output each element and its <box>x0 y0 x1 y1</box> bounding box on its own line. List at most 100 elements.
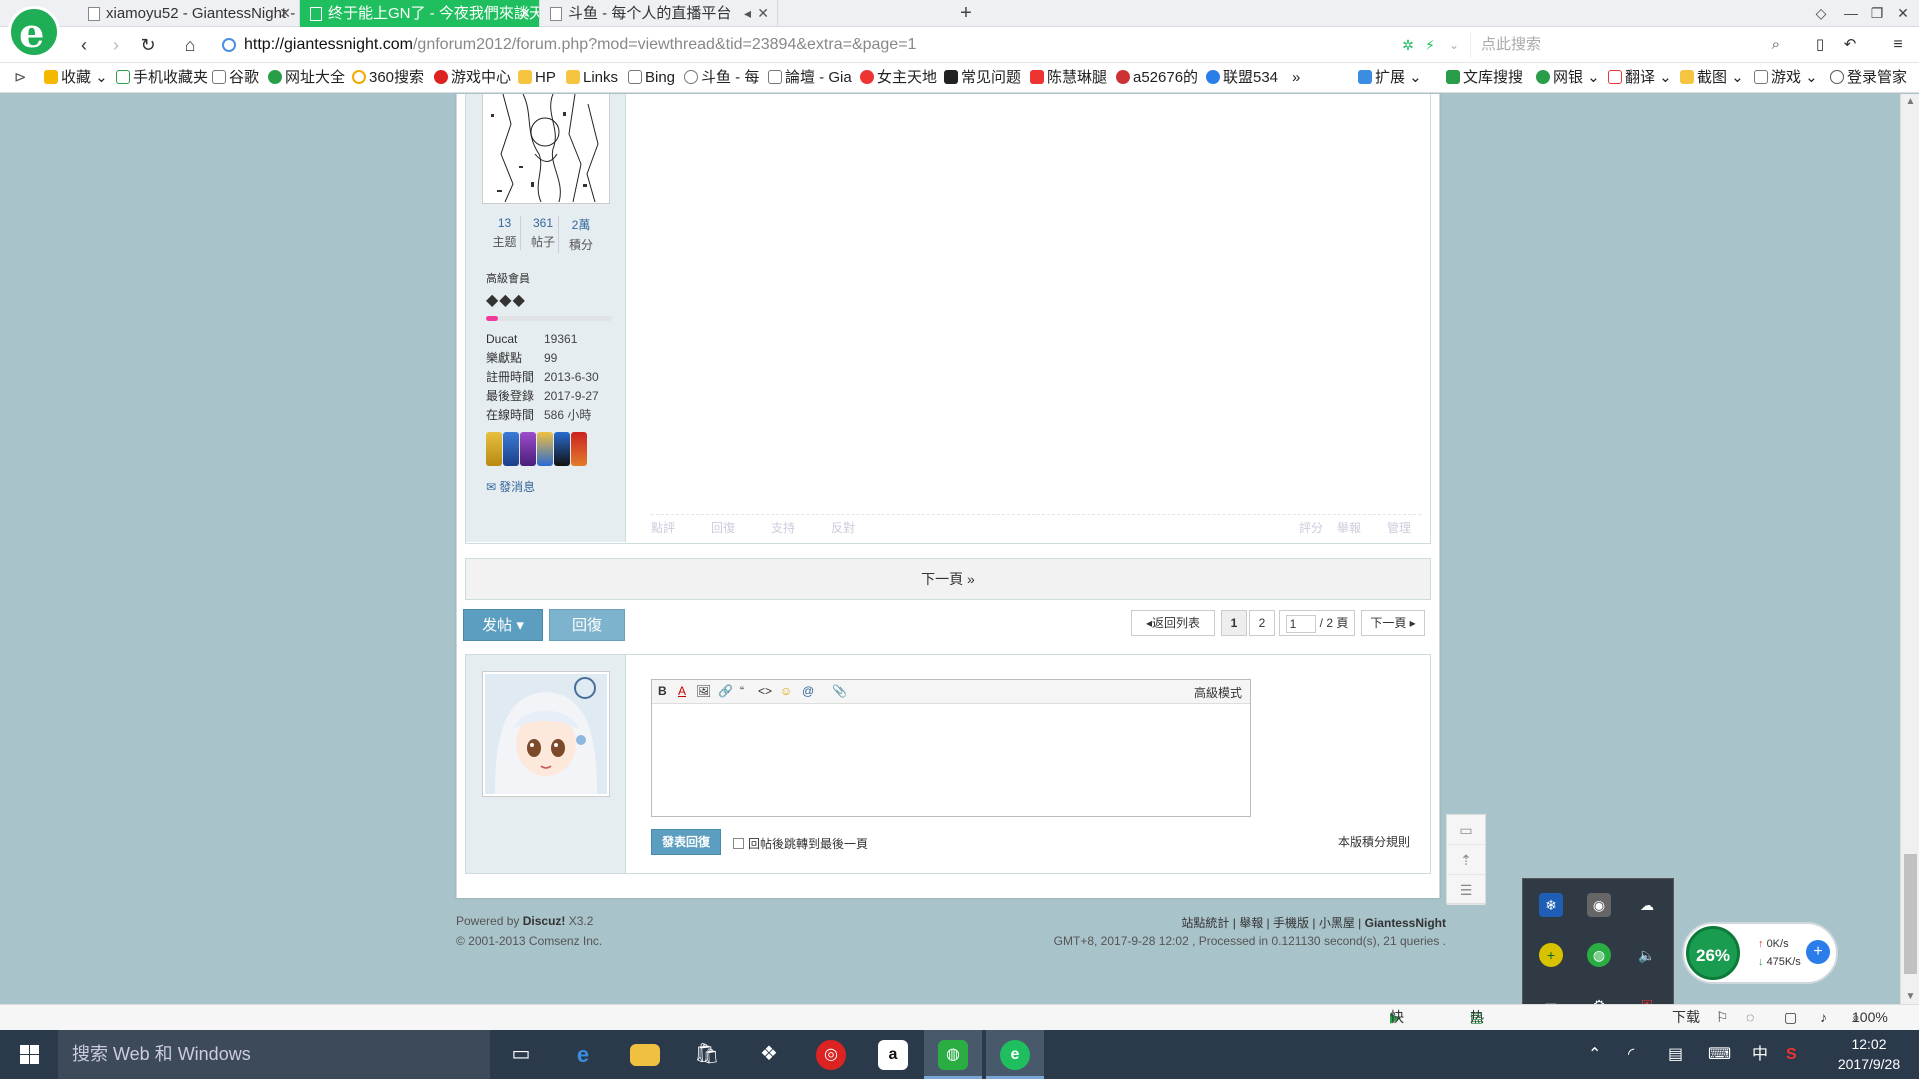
smiley-icon[interactable]: ☺ <box>780 684 792 698</box>
medal-icon[interactable] <box>571 432 587 466</box>
home-icon[interactable]: ⌂ <box>178 33 202 57</box>
extensions-button[interactable]: 扩展 ⌄ <box>1358 63 1422 93</box>
bookmark-item[interactable]: 斗鱼 - 每 <box>684 63 759 93</box>
quote-icon[interactable]: “ <box>740 684 744 698</box>
bookmark-item[interactable]: 常见问题 <box>944 63 1021 93</box>
tab-current-thread[interactable]: 终于能上GN了 - 今夜我們來談天 - ✕ <box>300 0 540 27</box>
page-2-link[interactable]: 2 <box>1249 610 1275 636</box>
mute-icon[interactable]: ◂ <box>744 0 751 27</box>
support-button[interactable]: 支持 <box>771 519 795 536</box>
font-color-icon[interactable]: A <box>678 684 686 698</box>
back-to-list-button[interactable]: ◂返回列表 <box>1131 610 1215 636</box>
comment-button[interactable]: 點評 <box>651 519 675 536</box>
bookmark-item[interactable]: 手机收藏夹 <box>116 63 208 93</box>
window-icon[interactable]: ▢ <box>1784 1005 1797 1029</box>
speed-mode-icon[interactable]: ⚡ <box>1418 33 1442 57</box>
download-button[interactable]: 下载 <box>1672 1005 1700 1029</box>
new-post-button[interactable]: 发帖 ▾ <box>463 609 543 641</box>
boost-plus-icon[interactable]: + <box>1806 940 1830 964</box>
page-1-link[interactable]: 1 <box>1221 610 1247 636</box>
task-view-icon[interactable]: ▭ <box>492 1030 550 1079</box>
scroll-up-icon[interactable]: ▲ <box>1901 96 1919 107</box>
screenshot-button[interactable]: 截图 ⌄ <box>1680 63 1744 93</box>
new-tab-button[interactable]: + <box>954 0 978 27</box>
browser-logo-icon[interactable]: e <box>8 6 60 58</box>
translate-button[interactable]: 翻译 ⌄ <box>1608 63 1672 93</box>
file-explorer-icon[interactable] <box>616 1030 674 1079</box>
submit-reply-button[interactable]: 發表回復 <box>651 829 721 855</box>
security-plus-icon[interactable]: + <box>1539 943 1563 967</box>
scroll-down-icon[interactable]: ▼ <box>1901 991 1919 1002</box>
snowflake-icon[interactable]: ❄ <box>1539 893 1563 917</box>
footer-link-blacklist[interactable]: 小黑屋 <box>1319 916 1355 930</box>
wechat-icon[interactable]: ◍ <box>1587 943 1611 967</box>
next-page-button[interactable]: 下一頁 ▸ <box>1361 610 1425 636</box>
wifi-icon[interactable]: ◜ <box>1628 1030 1634 1079</box>
bookmark-item[interactable]: 360搜索 <box>352 63 424 93</box>
chevron-down-icon[interactable]: ⌄ <box>1442 33 1466 57</box>
close-window-button[interactable]: ✕ <box>1888 2 1918 24</box>
medal-icon[interactable] <box>520 432 536 466</box>
keyboard-icon[interactable]: ⌨ <box>1708 1030 1731 1079</box>
list-icon[interactable]: ☰ <box>1447 875 1485 905</box>
netease-music-icon[interactable]: ◎ <box>802 1030 860 1079</box>
chevron-up-icon[interactable]: ⌃ <box>1588 1030 1601 1079</box>
ime-indicator[interactable]: 中 <box>1752 1030 1768 1079</box>
manage-button[interactable]: 管理 <box>1387 519 1411 536</box>
image-icon[interactable]: 🖼 <box>696 684 711 698</box>
link-icon[interactable]: 🔗 <box>718 684 733 698</box>
speaker-icon[interactable]: 🔈 <box>1635 943 1659 967</box>
store-icon[interactable]: 🛍 <box>678 1030 736 1079</box>
close-icon[interactable]: ✕ <box>757 0 769 27</box>
skin-icon[interactable]: ◇ <box>1806 2 1836 24</box>
attachment-icon[interactable]: 📎 <box>832 684 847 698</box>
site-info-icon[interactable] <box>222 38 236 52</box>
mention-icon[interactable]: @ <box>802 684 814 698</box>
advanced-mode-link[interactable]: 高級模式 <box>1194 684 1242 701</box>
author-avatar[interactable] <box>482 94 610 204</box>
stat-credits[interactable]: 2萬 積分 <box>558 216 603 253</box>
send-message-link[interactable]: ✉ 發消息 <box>486 478 535 495</box>
system-clock[interactable]: 12:02 2017/9/28 <box>1824 1034 1914 1074</box>
next-page-bar[interactable]: 下一頁 » <box>465 558 1431 600</box>
oppose-button[interactable]: 反對 <box>831 519 855 536</box>
back-to-top-icon[interactable]: ⇡ <box>1447 845 1485 875</box>
refresh-icon[interactable]: ↻ <box>136 33 160 57</box>
browser-taskbar-icon[interactable]: e <box>986 1030 1044 1079</box>
feedback-icon[interactable]: ▭ <box>1447 815 1485 845</box>
bookmark-item[interactable]: a52676的 <box>1116 63 1198 93</box>
reply-textarea[interactable] <box>652 704 1250 816</box>
edge-icon[interactable]: e <box>554 1030 612 1079</box>
tab-douyu[interactable]: 斗鱼 - 每个人的直播平台 ◂ ✕ <box>540 0 778 27</box>
vertical-scrollbar[interactable]: ▲ ▼ <box>1900 94 1919 1004</box>
volume-icon[interactable]: ♪ <box>1820 1005 1827 1029</box>
sogou-ime-icon[interactable]: S <box>1786 1030 1797 1079</box>
cloud-icon[interactable]: ☁ <box>1635 893 1659 917</box>
page-jump-input[interactable]: 1 <box>1285 614 1316 633</box>
search-input[interactable]: 点此搜索 ⌕ <box>1470 32 1790 58</box>
undo-icon[interactable]: ↶ <box>1838 33 1862 57</box>
wechat-taskbar-icon[interactable]: ◍ <box>924 1030 982 1079</box>
windows-start-button[interactable] <box>0 1030 58 1079</box>
sync-icon[interactable]: ✲ <box>1396 33 1420 57</box>
doc-search-button[interactable]: 文库搜搜 <box>1446 63 1523 93</box>
user-rank[interactable]: 高級會員 <box>486 270 530 286</box>
footer-link-stats[interactable]: 站點統計 <box>1181 916 1229 930</box>
taskbar-search[interactable]: 搜索 Web 和 Windows <box>58 1030 490 1079</box>
reply-button[interactable]: 回復 <box>711 519 735 536</box>
discuz-link[interactable]: Discuz! <box>523 914 566 928</box>
bookmark-item[interactable]: 谷歌 <box>212 63 259 93</box>
network-speed-widget[interactable]: 26% ↑ 0K/s ↓ 475K/s + <box>1682 922 1838 984</box>
bookmark-item[interactable]: 网址大全 <box>268 63 345 93</box>
medal-icon[interactable] <box>486 432 502 466</box>
bookmark-item[interactable]: 女主天地 <box>860 63 937 93</box>
bookmark-item[interactable]: 論壇 - Gia <box>768 63 852 93</box>
dropbox-icon[interactable]: ❖ <box>740 1030 798 1079</box>
footer-link-mobile[interactable]: 手機版 <box>1273 916 1309 930</box>
bookmark-item[interactable]: 游戏中心 <box>434 63 511 93</box>
sidebar-toggle-icon[interactable]: ⊳ <box>14 63 27 93</box>
menu-icon[interactable]: ≡ <box>1886 33 1910 57</box>
camera-icon[interactable]: ◉ <box>1587 893 1611 917</box>
scroll-thumb[interactable] <box>1904 854 1917 974</box>
tab-xiamoyu52[interactable]: xiamoyu52 - GiantessNight - Po ✕ <box>78 0 300 27</box>
